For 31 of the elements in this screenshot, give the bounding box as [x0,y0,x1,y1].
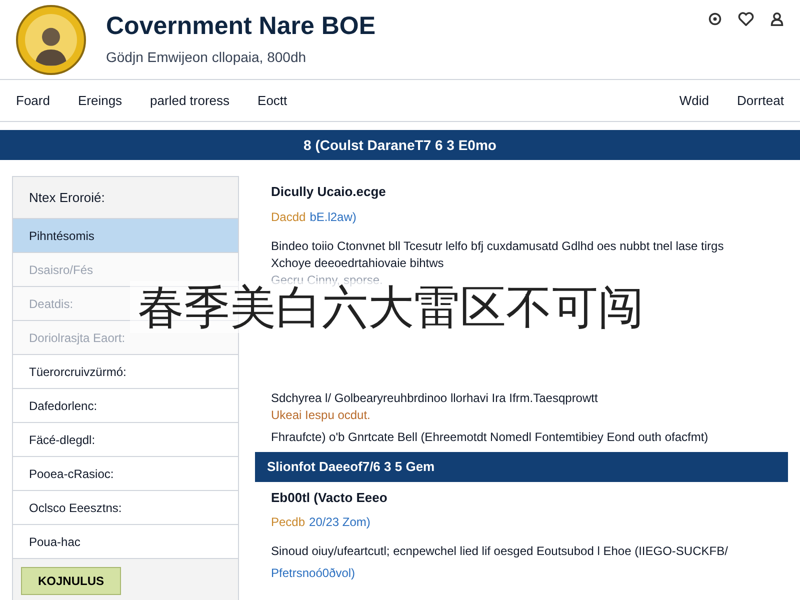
article-title: Dicully Ucaio.ecge [271,183,387,201]
article-text: Fhraufcte) o'b Gnrtcate Bell (Ehreemotdt Nomedl Fontemtibiey Eond outh ofacfmt) [271,428,710,446]
sidebar-item[interactable]: Dafedorlenc: [29,396,98,414]
nav-link[interactable]: Wdid [679,90,710,110]
site-title: Covernment Nare BOE [106,11,376,42]
user-icon[interactable] [770,12,784,26]
article-text: Sinoud oiuy/ufeartcutl; ecnpewchel lied lif oesged Eoutsubod l Ehoe (IIEGO-SUCKFB/ [271,543,729,560]
article-text: Bindeo toiio Ctonvnet bll Tcesutr lelfo bfj cuxdamusatd Gdlhd oes nubbt tnel lase tirgs Xchoye deeoedrtahiovaie bihtws [271,238,725,272]
article-title: Eb00tl (Vacto Eeeo [271,488,388,507]
sidebar-item[interactable]: Pooea-cRasioc: [29,464,114,482]
nav-link[interactable]: Ereings [78,90,122,110]
sidebar-item[interactable]: Fäcé-dlegdl: [29,430,96,448]
article-text: Sdchyrea l/ Golbearyreuhbrdinoo llorhavi Ira Ifrm.Taesqprowtt [271,390,599,406]
article-author: Dacdd [271,208,306,226]
nav-link[interactable]: Eoctt [258,90,288,110]
article-date: bE.l2aw) [310,208,356,226]
article-date: 20/23 Zom) [309,514,370,531]
nav-link[interactable]: Dorrteat [737,90,784,110]
heart-icon[interactable] [738,12,754,26]
article-text: Ukeai Iespu ocdut. [271,406,372,424]
circle-icon[interactable] [708,12,722,26]
article-author: Pecdb [271,514,306,531]
nav-link[interactable]: Foard [16,90,50,110]
banner-bar: 8 (Coulst DaraneT7 6 3 E0mo [0,130,800,160]
article-link[interactable]: Pfetrsnoó0ðvol) [271,564,356,582]
sidebar-item[interactable]: Pihntésomis [13,219,238,253]
sidebar-item[interactable]: Poua-hac [29,532,80,550]
section-header: Slionfot Daeeof7/6 3 5 Gem [255,452,788,482]
sidebar-button[interactable]: KOJNULUS [21,567,122,595]
nav-link[interactable]: parled troress [150,90,230,110]
site-subtitle: Gödjn Emwijeon cllopaia, 800dh [106,48,308,67]
